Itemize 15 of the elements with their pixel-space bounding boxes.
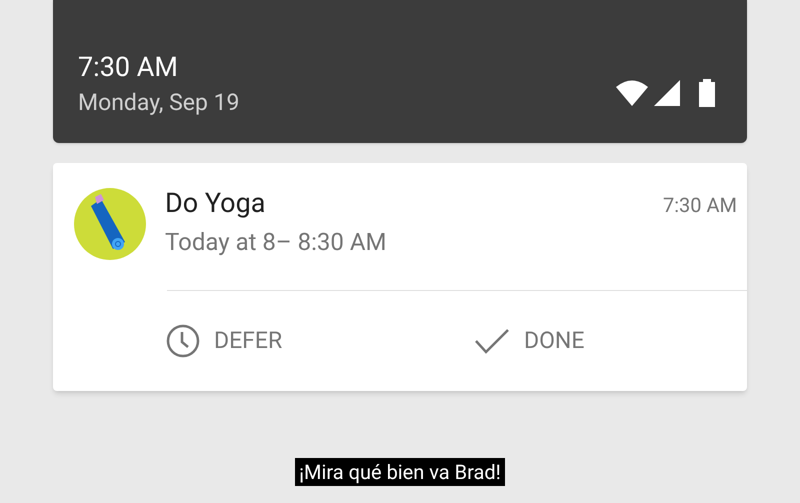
date-text: Monday, Sep 19 bbox=[78, 89, 240, 117]
notification-title: Do Yoga bbox=[165, 187, 266, 219]
notification-card[interactable]: Do Yoga Today at 8– 8:30 AM 7:30 AM DEFER DONE bbox=[53, 163, 747, 391]
notification-time: 7:30 AM bbox=[662, 192, 737, 219]
signal-icon bbox=[654, 80, 680, 106]
action-button[interactable]: DEFER bbox=[166, 311, 474, 371]
yoga-mat-icon bbox=[73, 187, 147, 261]
battery-icon bbox=[698, 79, 716, 107]
clock-icon bbox=[166, 324, 200, 358]
clock-time: 7:30 AM bbox=[78, 51, 179, 83]
checkmark-icon bbox=[474, 327, 510, 355]
action-button[interactable]: DONE bbox=[474, 311, 584, 371]
wifi-icon bbox=[616, 80, 648, 106]
notification-subtitle: Today at 8– 8:30 AM bbox=[165, 227, 388, 257]
video-caption: ¡Mira qué bien va Brad! bbox=[295, 458, 505, 486]
